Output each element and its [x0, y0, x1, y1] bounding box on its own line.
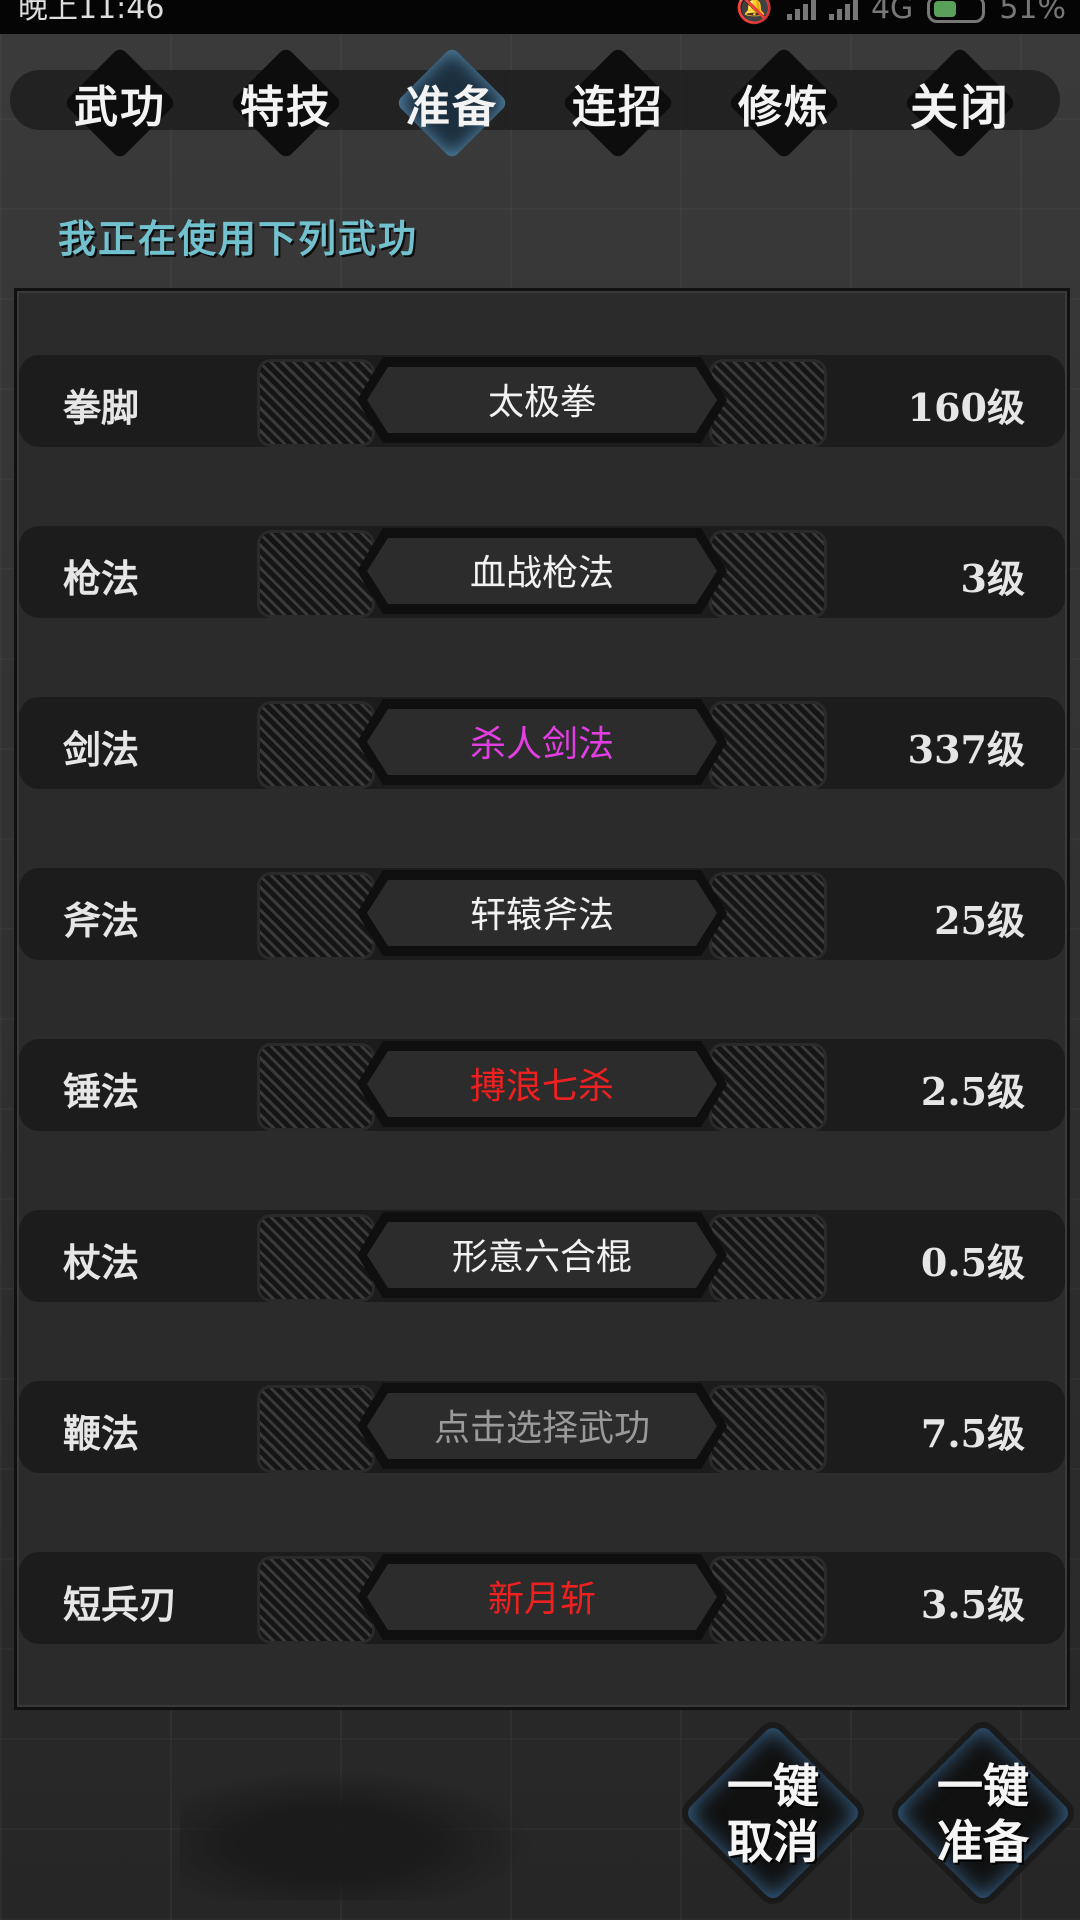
tab-label: 武功	[74, 82, 166, 133]
skill-selector[interactable]: 新月斩	[257, 1548, 827, 1646]
skill-name: 太极拳	[487, 382, 596, 423]
skill-name: 形意六合棍	[451, 1237, 632, 1278]
row-category: 短兵刃	[63, 1582, 178, 1627]
skill-row: 拳脚 太极拳 160级	[19, 355, 1065, 447]
row-category: 剑法	[63, 727, 140, 772]
row-category: 枪法	[63, 556, 140, 601]
button-label: 一键 取消	[688, 1758, 858, 1870]
row-level: 3级	[960, 556, 1025, 601]
skill-row: 斧法 轩辕斧法 25级	[19, 868, 1065, 960]
skill-selector[interactable]: 太极拳	[257, 351, 827, 449]
skill-row: 短兵刃 新月斩 3.5级	[19, 1552, 1065, 1644]
skill-row: 剑法 杀人剑法 337级	[19, 697, 1065, 789]
skill-name: 血战枪法	[469, 553, 614, 594]
skill-row: 杖法 形意六合棍 0.5级	[19, 1210, 1065, 1302]
tab-martial-arts[interactable]: 武功	[60, 46, 180, 160]
tab-label: 准备	[406, 82, 498, 133]
battery-icon	[927, 0, 986, 23]
tab-close[interactable]: 关闭	[900, 46, 1020, 160]
tab-label: 特技	[240, 82, 332, 133]
row-level: 3.5级	[920, 1582, 1025, 1627]
skill-name: 新月斩	[487, 1579, 596, 1620]
section-title: 我正在使用下列武功	[58, 216, 419, 261]
skill-selector[interactable]: 点击选择武功	[257, 1377, 827, 1475]
button-label-line1: 一键	[727, 1759, 819, 1813]
row-category: 斧法	[63, 898, 140, 943]
battery-percent: 51%	[999, 0, 1066, 26]
skill-selector[interactable]: 血战枪法	[257, 522, 827, 620]
skill-name: 点击选择武功	[433, 1408, 650, 1449]
skill-name: 搏浪七杀	[469, 1066, 614, 1107]
skill-name: 杀人剑法	[469, 724, 614, 765]
tab-label: 修炼	[738, 82, 830, 133]
tab-bar: 武功 特技 准备 连招 修炼 关闭	[0, 46, 1080, 160]
row-category: 杖法	[63, 1240, 140, 1285]
skill-name: 轩辕斧法	[469, 895, 614, 936]
skill-selector[interactable]: 杀人剑法	[257, 693, 827, 791]
skill-selector[interactable]: 轩辕斧法	[257, 864, 827, 962]
skill-row: 枪法 血战枪法 3级	[19, 526, 1065, 618]
tab-prepare[interactable]: 准备	[392, 46, 512, 160]
network-type: 4G	[870, 0, 914, 26]
skill-selector[interactable]: 搏浪七杀	[257, 1035, 827, 1133]
ink-splash-decoration	[180, 1760, 560, 1900]
tab-combo[interactable]: 连招	[558, 46, 678, 160]
one-click-ready-button[interactable]: 一键 准备	[893, 1723, 1073, 1903]
signal-icon-2	[828, 0, 858, 20]
skill-selector[interactable]: 形意六合棍	[257, 1206, 827, 1304]
row-level: 2.5级	[920, 1069, 1025, 1114]
signal-icon	[786, 0, 816, 20]
tab-label: 连招	[572, 82, 664, 133]
row-category: 鞭法	[63, 1411, 140, 1456]
button-label: 一键 准备	[898, 1758, 1068, 1870]
status-icons: 🔕 4G 51%	[736, 0, 1066, 24]
row-level: 0.5级	[920, 1240, 1025, 1285]
row-level: 25级	[934, 898, 1025, 943]
one-click-cancel-button[interactable]: 一键 取消	[683, 1723, 863, 1903]
tab-label: 关闭	[909, 80, 1010, 136]
equipped-skills-panel: 拳脚 太极拳 160级 枪法 血战枪法 3级 剑法 杀人剑法 337级 斧法 轩…	[14, 288, 1070, 1710]
skill-row: 锤法 搏浪七杀 2.5级	[19, 1039, 1065, 1131]
status-bar: 晚上11:46 🔕 4G 51%	[0, 0, 1080, 34]
button-label-line1: 一键	[937, 1759, 1029, 1813]
tab-training[interactable]: 修炼	[724, 46, 844, 160]
row-level: 160级	[907, 385, 1025, 430]
status-time: 晚上11:46	[18, 0, 165, 26]
row-category: 锤法	[63, 1069, 140, 1114]
mute-icon: 🔕	[735, 0, 773, 26]
skill-row: 鞭法 点击选择武功 7.5级	[19, 1381, 1065, 1473]
row-level: 7.5级	[920, 1411, 1025, 1456]
row-category: 拳脚	[63, 385, 140, 430]
button-label-line2: 取消	[727, 1815, 819, 1869]
tab-special-skills[interactable]: 特技	[226, 46, 346, 160]
row-level: 337级	[907, 727, 1025, 772]
button-label-line2: 准备	[937, 1815, 1029, 1869]
